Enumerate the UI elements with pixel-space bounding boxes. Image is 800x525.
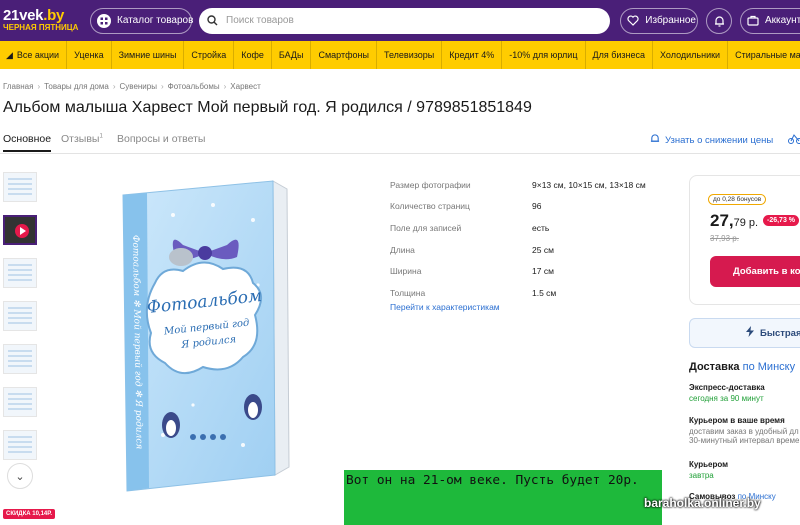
chevron-right-icon: › <box>112 82 116 91</box>
site-logo[interactable]: 21vek.by ЧЕРНАЯ ПЯТНИЦА <box>0 8 83 33</box>
delivery-option: Курьером в ваше время доставим заказ в у… <box>689 416 800 445</box>
delivery-option: Экспресс-доставка сегодня за 90 минут <box>689 383 765 403</box>
breadcrumb-item[interactable]: Сувениры <box>120 82 157 91</box>
thumbnail[interactable] <box>3 344 37 374</box>
nav-item-all-promos[interactable]: ◢ Все акции <box>0 41 66 69</box>
spec-row: Поле для записей есть <box>390 222 550 233</box>
nav-item[interactable]: Кредит 4% <box>441 41 501 69</box>
thumbnail[interactable] <box>3 301 37 331</box>
video-thumbnail[interactable] <box>3 215 37 245</box>
chevron-right-icon: › <box>160 82 164 91</box>
nav-item[interactable]: Стройка <box>183 41 233 69</box>
delivery-title: Доставка по Минску <box>689 361 796 373</box>
heart-icon <box>627 14 639 28</box>
thumbnail[interactable] <box>3 387 37 417</box>
search-placeholder: Поиск товаров <box>226 15 294 26</box>
thumbnail[interactable] <box>3 172 37 202</box>
bonus-badge: до 0,28 бонусов <box>708 194 767 205</box>
discount-percent-badge: -26,73 % <box>763 215 800 226</box>
play-icon <box>15 224 29 238</box>
chevron-down-icon[interactable]: ⌄ <box>7 463 33 489</box>
catalog-label: Каталог товаров <box>117 15 194 26</box>
nav-item[interactable]: БАДы <box>270 41 311 69</box>
nav-item[interactable]: Холодильники <box>652 41 727 69</box>
all-specs-link[interactable]: Перейти к характеристикам <box>390 302 500 312</box>
spec-row: Ширина 17 см <box>390 266 554 277</box>
city-selector[interactable]: по Минску <box>743 361 795 373</box>
thumbnail[interactable] <box>3 258 37 288</box>
breadcrumb-item[interactable]: Фотоальбомы <box>168 82 220 91</box>
price-card: до 0,28 бонусов 27,79 р. -26,73 % 37,93 … <box>689 175 800 305</box>
top-header: 21vek.by ЧЕРНАЯ ПЯТНИЦА Каталог товаров … <box>0 0 800 41</box>
nav-item[interactable]: Зимние шины <box>110 41 184 69</box>
add-to-cart-button[interactable]: Добавить в кор <box>710 256 800 287</box>
product-tabs: Основное Отзывы1 Вопросы и ответы Узнать… <box>0 130 800 154</box>
product-image[interactable]: Фотоальбом Мой первый год Я родился Фото… <box>113 175 291 493</box>
compare-icon[interactable] <box>788 133 800 147</box>
reviews-count: 1 <box>99 133 103 140</box>
delivery-option: Курьером завтра <box>689 460 729 480</box>
search-icon <box>207 15 218 26</box>
notifications-button[interactable] <box>706 7 732 34</box>
briefcase-icon <box>747 14 759 28</box>
old-price: 37,93 р. <box>710 234 739 243</box>
spec-row: Толщина 1.5 см <box>390 287 557 298</box>
page-title: Альбом малыша Харвест Мой первый год. Я … <box>3 99 532 116</box>
breadcrumb-item[interactable]: Харвест <box>230 82 261 91</box>
spec-table: Размер фотографии 9×13 см, 10×15 см, 13×1… <box>390 174 674 304</box>
account-label: Аккаунт <box>765 15 800 26</box>
favorites-button[interactable]: Избранное <box>620 7 699 34</box>
thumbnail[interactable] <box>3 430 37 460</box>
nav-item[interactable]: Стиральные машины <box>727 41 800 69</box>
watermark: baraholka.onliner.by <box>644 496 761 510</box>
nav-item[interactable]: -10% для юрлиц <box>501 41 584 69</box>
promo-nav: ◢ Все акции Уценка Зимние шины Стройка Ко… <box>0 41 800 69</box>
favorites-label: Избранное <box>645 15 696 26</box>
spec-row: Размер фотографии 9×13 см, 10×15 см, 13×1… <box>390 179 646 190</box>
lightning-icon <box>746 326 754 340</box>
catalog-button[interactable]: Каталог товаров <box>90 7 194 34</box>
breadcrumb: Главная › Товары для дома › Сувениры › Фото… <box>3 82 261 91</box>
tab-reviews[interactable]: Отзывы1 <box>61 133 103 145</box>
current-price: 27,79 р. <box>710 211 759 230</box>
breadcrumb-item[interactable]: Товары для дома <box>44 82 109 91</box>
tab-main[interactable]: Основное <box>3 133 52 152</box>
spec-row: Количество страниц 96 <box>390 201 542 212</box>
product-page: 21vek.by ЧЕРНАЯ ПЯТНИЦА Каталог товаров … <box>0 0 800 525</box>
chevron-right-icon: › <box>223 82 227 91</box>
nav-item[interactable]: Для бизнеса <box>584 41 653 69</box>
price-drop-notify-link[interactable]: Узнать о снижении цены <box>650 133 800 147</box>
quick-buy-button[interactable]: Быстрая <box>689 318 800 348</box>
nav-item[interactable]: Смартфоны <box>310 41 375 69</box>
account-button[interactable]: Аккаунт <box>740 7 800 34</box>
spec-row: Длина 25 см <box>390 244 554 255</box>
discount-badge: СКИДКА 10,14Р. <box>3 509 56 519</box>
percent-icon: ◢ <box>6 49 13 60</box>
nav-item[interactable]: Кофе <box>233 41 271 69</box>
breadcrumb-item[interactable]: Главная <box>3 82 33 91</box>
search-input[interactable]: Поиск товаров <box>199 7 611 34</box>
bell-icon <box>712 14 726 28</box>
thumbnail-strip <box>3 172 37 473</box>
nav-item[interactable]: Телевизоры <box>375 41 441 69</box>
tab-questions[interactable]: Вопросы и ответы <box>117 133 205 145</box>
bell-icon <box>650 133 660 147</box>
comment-overlay: Вот он на 21-ом веке. Пусть будет 20р. <box>344 470 662 525</box>
grid-icon <box>97 13 112 28</box>
chevron-right-icon: › <box>37 82 41 91</box>
nav-item[interactable]: Уценка <box>66 41 110 69</box>
